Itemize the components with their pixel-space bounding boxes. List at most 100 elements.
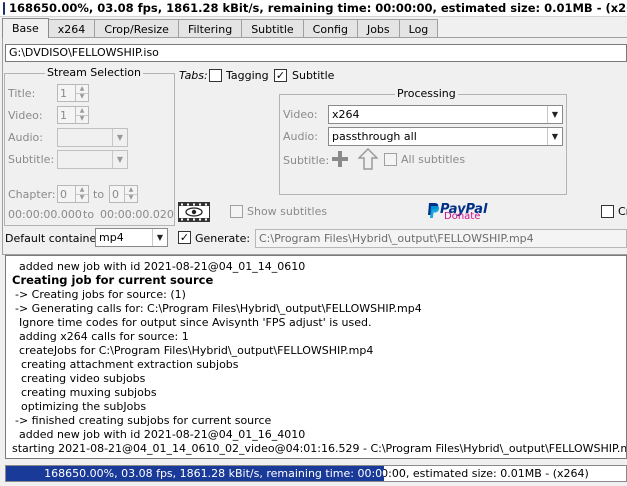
tab-filtering[interactable]: Filtering — [177, 19, 243, 38]
video-encoder-value: x264 — [332, 108, 360, 121]
tab-crop-resize[interactable]: Crop/Resize — [94, 19, 179, 38]
log-line: starting 2021-08-21@04_01_14_0610_02_vid… — [12, 442, 627, 455]
video-spinbox[interactable]: 1 ▲ ▼ — [57, 106, 89, 124]
audio-label: Audio: — [8, 131, 43, 144]
subtitle-tab-label: Subtitle — [292, 69, 335, 82]
spin-down-icon[interactable]: ▼ — [125, 193, 137, 203]
tab-log[interactable]: Log — [398, 19, 439, 38]
chapter-to-spinbox[interactable]: 0 ▲ ▼ — [109, 185, 138, 203]
processing-audio-label: Audio: — [283, 130, 318, 143]
spin-up-icon[interactable]: ▲ — [76, 85, 88, 93]
processing-video-label: Video: — [283, 108, 318, 121]
window-title: 168650.00%, 03.08 fps, 1861.28 kBit/s, r… — [9, 1, 627, 15]
log-line: creating video subjobs — [21, 372, 146, 385]
tab-config[interactable]: Config — [302, 19, 358, 38]
clipped-right-checkbox[interactable] — [601, 205, 614, 218]
time-from: 00:00:00.000 — [8, 208, 82, 221]
chevron-down-icon: ▼ — [152, 229, 167, 246]
tab-x264[interactable]: x264 — [47, 19, 96, 38]
log-output[interactable]: added new job with id 2021-08-21@04_01_1… — [5, 255, 627, 459]
tagging-checkbox[interactable] — [209, 69, 222, 82]
processing-legend: Processing — [395, 87, 458, 100]
processing-subtitle-label: Subtitle: — [283, 154, 330, 167]
spin-up-icon[interactable]: ▲ — [76, 186, 88, 194]
log-line: Ignore time codes for output since Avisy… — [19, 316, 372, 329]
default-container-label: Default container: — [5, 232, 105, 245]
clipped-right-label: Cr — [618, 205, 627, 218]
stream-selection-legend: Stream Selection — [45, 66, 143, 79]
main-tabs: Base x264 Crop/Resize Filtering Subtitle… — [2, 18, 439, 38]
log-line: optimizing the subJobs — [21, 400, 147, 413]
add-subtitle-icon[interactable] — [331, 150, 349, 168]
all-subtitles-checkbox[interactable] — [384, 153, 397, 166]
subtitle-label: Subtitle: — [8, 153, 55, 166]
spin-down-icon[interactable]: ▼ — [76, 92, 88, 102]
encode-progress-bar: 168650.00%, 03.08 fps, 1861.28 kBit/s, r… — [5, 465, 627, 482]
chevron-down-icon: ▼ — [112, 151, 127, 168]
video-encoder-combo[interactable]: x264 ▼ — [328, 105, 563, 124]
progress-text-light: 168650.00%, 03.08 fps, 1861.28 kBit/s, r… — [44, 467, 384, 480]
input-path-field[interactable]: G:\DVDISO\FELLOWSHIP.iso — [5, 44, 627, 62]
chevron-down-icon: ▼ — [547, 128, 562, 145]
spin-up-icon[interactable]: ▲ — [76, 107, 88, 115]
log-line: createJobs for C:\Program Files\Hybrid\_… — [19, 344, 374, 357]
subtitle-stream-combo[interactable]: ▼ — [57, 150, 128, 169]
audio-stream-combo[interactable]: ▼ — [57, 128, 128, 147]
time-to-label: to — [83, 208, 95, 221]
show-subtitles-checkbox[interactable] — [230, 205, 243, 218]
app-icon — [3, 1, 5, 15]
chapter-to-value: 0 — [112, 188, 119, 201]
paypal-logo-icon — [428, 203, 440, 218]
log-line-heading: Creating job for current source — [12, 273, 214, 287]
default-container-combo[interactable]: mp4 ▼ — [95, 228, 168, 247]
title-spin-value: 1 — [60, 87, 67, 100]
subtitle-tab-checkbox[interactable]: ✓ — [274, 69, 287, 82]
progress-fill: 168650.00%, 03.08 fps, 1861.28 kBit/s, r… — [6, 466, 385, 481]
chevron-down-icon: ▼ — [547, 106, 562, 123]
title-label: Title: — [8, 87, 36, 100]
log-line: -> Creating jobs for source: (1) — [15, 288, 186, 301]
tab-jobs[interactable]: Jobs — [356, 19, 400, 38]
audio-handling-combo[interactable]: passthrough all ▼ — [328, 127, 563, 146]
video-spin-buttons[interactable]: ▲ ▼ — [75, 107, 88, 123]
generate-checkbox[interactable]: ✓ — [178, 231, 191, 244]
output-path-field[interactable]: C:\Program Files\Hybrid\_output\FELLOWSH… — [255, 229, 627, 248]
chapter-from-spinbox[interactable]: 0 ▲ ▼ — [57, 185, 89, 203]
title-spinbox[interactable]: 1 ▲ ▼ — [57, 84, 89, 102]
audio-stream-value — [58, 129, 112, 146]
chapter-from-buttons[interactable]: ▲ ▼ — [75, 186, 88, 202]
tagging-label: Tagging — [226, 69, 269, 82]
all-subtitles-label: All subtitles — [401, 153, 466, 166]
video-label: Video: — [8, 109, 43, 122]
film-preview-icon[interactable] — [178, 202, 210, 222]
log-line: added new job with id 2021-08-21@04_01_1… — [19, 260, 306, 273]
status-bar: 168650.00%, 03.08 fps, 1861.28 kBit/s, r… — [0, 460, 627, 486]
tab-subtitle[interactable]: Subtitle — [241, 19, 304, 38]
log-line: added new job with id 2021-08-21@04_01_1… — [19, 428, 306, 441]
spin-up-icon[interactable]: ▲ — [125, 186, 137, 194]
log-line: -> finished creating subjobs for current… — [15, 414, 272, 427]
subtitle-stream-value — [58, 151, 112, 168]
chapter-from-value: 0 — [60, 188, 67, 201]
log-line: creating attachment extraction subjobs — [21, 358, 239, 371]
tab-base[interactable]: Base — [2, 18, 49, 38]
title-bar: 168650.00%, 03.08 fps, 1861.28 kBit/s, r… — [0, 0, 627, 17]
video-spin-value: 1 — [60, 109, 67, 122]
show-subtitles-label: Show subtitles — [247, 205, 328, 218]
chapter-to-label: to — [93, 188, 105, 201]
move-up-icon[interactable] — [358, 148, 378, 170]
chevron-down-icon: ▼ — [112, 129, 127, 146]
default-container-value: mp4 — [99, 231, 124, 244]
generate-label: Generate: — [195, 232, 251, 245]
title-spin-buttons[interactable]: ▲ ▼ — [75, 85, 88, 101]
tabs-label: Tabs: — [179, 69, 208, 82]
log-line: -> Generating calls for: C:\Program File… — [15, 302, 422, 315]
spin-down-icon[interactable]: ▼ — [76, 114, 88, 124]
paypal-donate-button[interactable]: PayPal Donate — [424, 200, 502, 222]
chapter-to-buttons[interactable]: ▲ ▼ — [124, 186, 137, 202]
spin-down-icon[interactable]: ▼ — [76, 193, 88, 203]
log-line: creating muxing subjobs — [21, 386, 157, 399]
time-to: 00:00:00.020 — [100, 208, 174, 221]
chapter-label: Chapter: — [8, 188, 56, 201]
log-line: adding x264 calls for source: 1 — [19, 330, 189, 343]
